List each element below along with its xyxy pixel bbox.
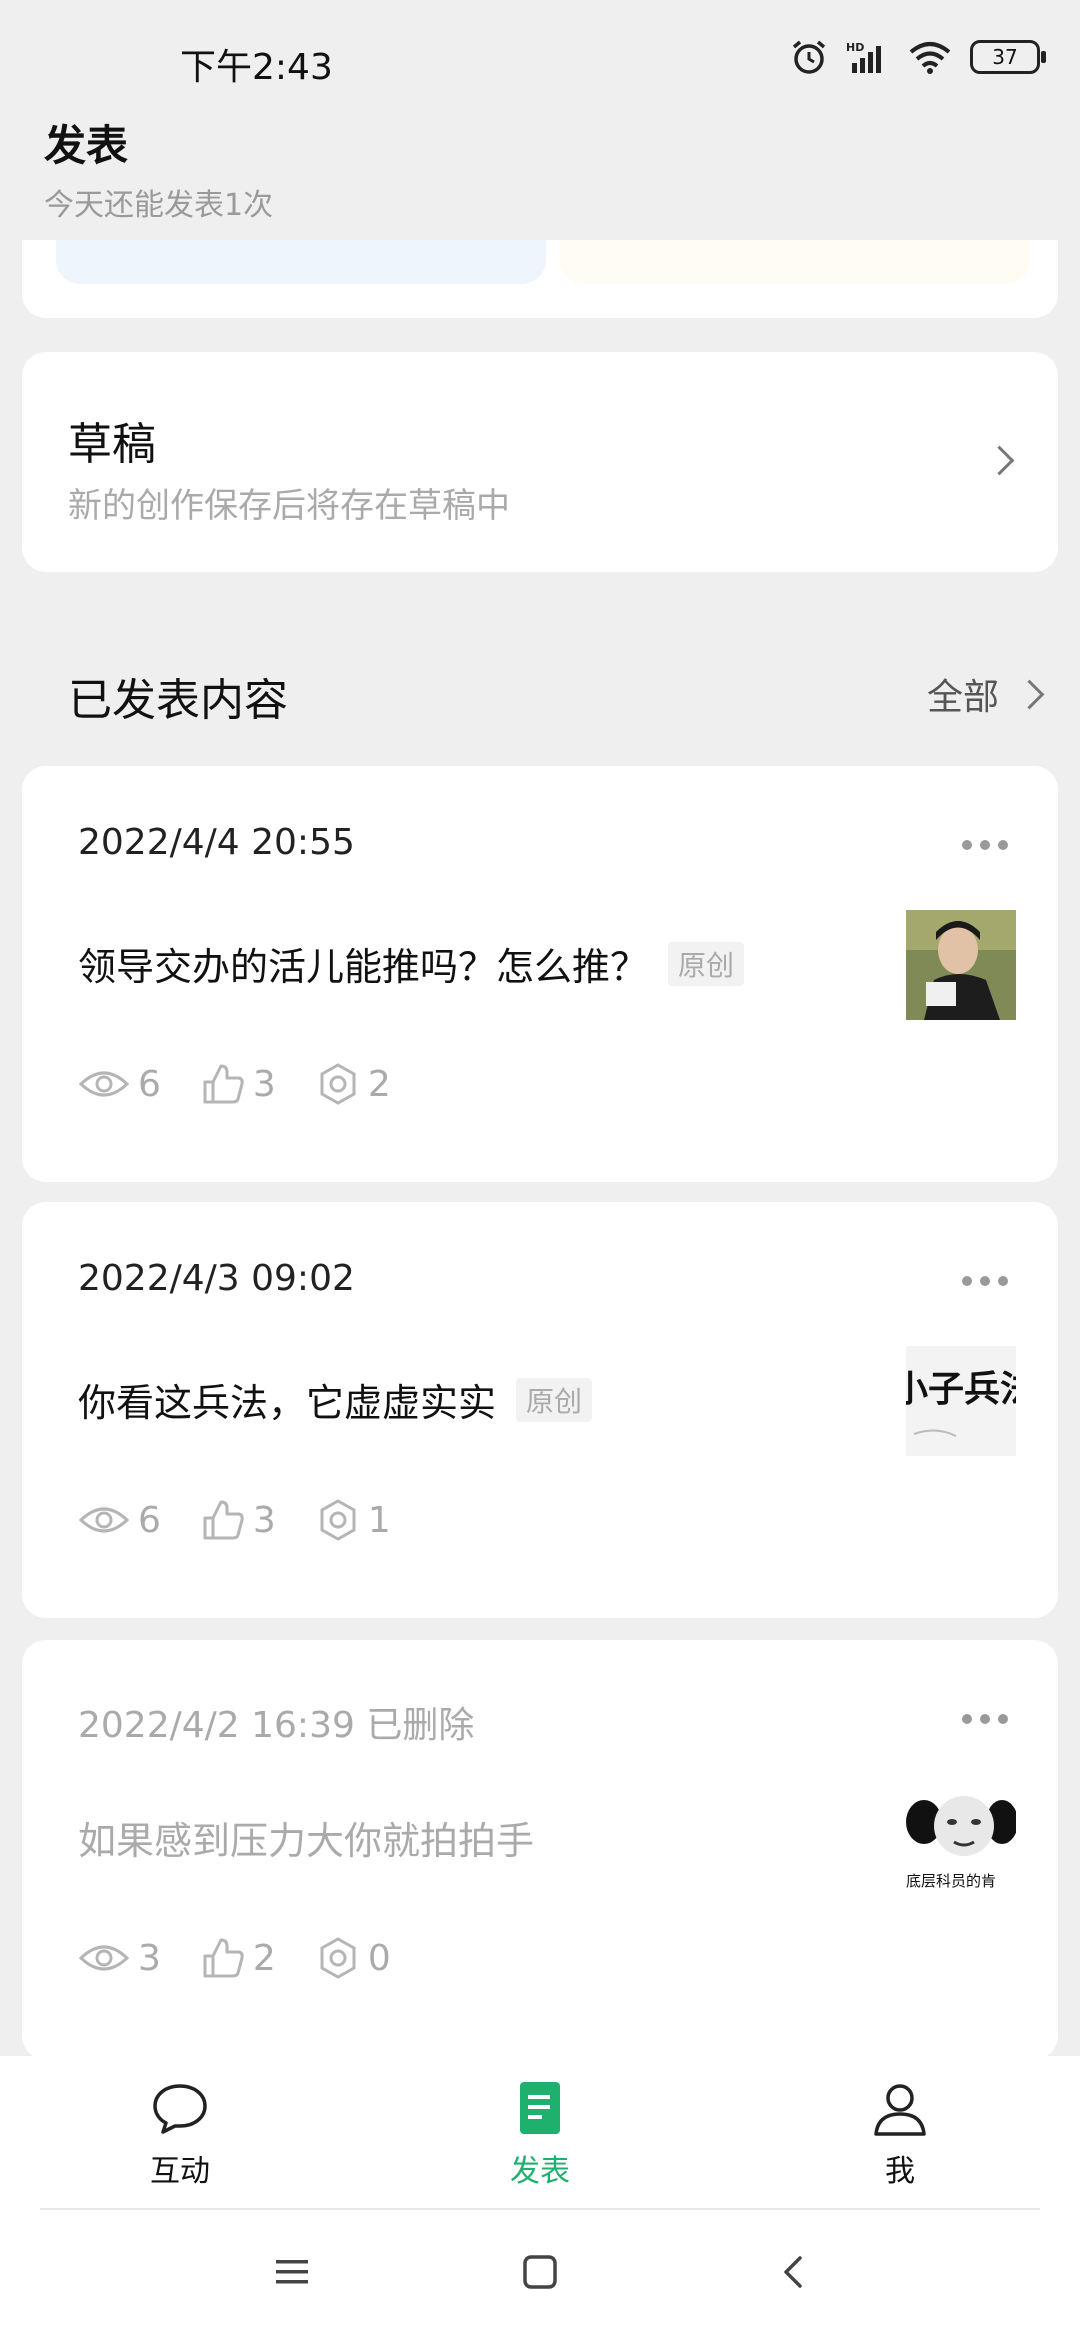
post-thumbnail: 底层科员的肯 — [906, 1784, 1016, 1894]
post-date: 2022/4/3 09:02 — [78, 1258, 355, 1299]
eye-icon — [78, 1071, 130, 1097]
post-thumbnail: 小子兵法 — [906, 1346, 1016, 1456]
shares-stat: 1 — [316, 1498, 391, 1542]
shares-stat: 2 — [316, 1062, 391, 1106]
original-tag: 原创 — [516, 1377, 593, 1422]
views-stat: 6 — [78, 1064, 161, 1105]
thumbnail-caption: 底层科员的肯 — [906, 1872, 996, 1890]
alarm-icon — [792, 40, 826, 74]
shares-stat: 0 — [316, 1936, 391, 1980]
post-title-row: 你看这兵法，它虚虚实实 原创 — [78, 1372, 593, 1427]
thumbs-up-icon — [203, 1500, 244, 1540]
draft-title: 草稿 — [68, 419, 156, 470]
nav-label: 我 — [885, 2154, 915, 2189]
share-flower-icon — [320, 1937, 356, 1979]
signal-icon: HD — [846, 41, 881, 73]
shares-count: 1 — [367, 1499, 391, 1541]
views-stat: 6 — [78, 1500, 161, 1541]
post-card[interactable]: 2022/4/2 16:39 已删除 如果感到压力大你就拍拍手 底层科员的肯 3… — [22, 1640, 1058, 2060]
thumbs-up-icon — [203, 1938, 244, 1978]
more-options-icon[interactable] — [962, 1276, 1008, 1286]
post-title: 如果感到压力大你就拍拍手 — [78, 1819, 535, 1863]
eye-icon — [78, 1945, 130, 1971]
nav-item-me[interactable]: 我 — [820, 2078, 980, 2190]
battery-icon: 37 — [970, 40, 1046, 74]
thumbs-up-icon — [203, 1064, 244, 1104]
eye-icon — [78, 1507, 130, 1533]
person-icon — [874, 2084, 926, 2136]
status-time: 下午2:43 — [180, 47, 333, 88]
view-all-button[interactable]: 全部 — [926, 668, 1045, 720]
more-options-icon[interactable] — [962, 840, 1008, 850]
post-card[interactable]: 2022/4/3 09:02 你看这兵法，它虚虚实实 原创 小子兵法 6 3 1 — [22, 1202, 1058, 1618]
chevron-right-icon — [1014, 679, 1045, 709]
chat-bubble-icon — [153, 2084, 207, 2134]
views-count: 3 — [138, 1937, 161, 1979]
create-options-card — [22, 240, 1058, 318]
page-header: 发表 今天还能发表1次 — [44, 118, 273, 224]
likes-count: 3 — [252, 1499, 276, 1541]
page-subtitle: 今天还能发表1次 — [44, 188, 274, 223]
draft-description: 新的创作保存后将存在草稿中 — [68, 486, 510, 526]
post-stats: 3 2 0 — [78, 1936, 431, 1980]
post-title: 你看这兵法，它虚虚实实 — [78, 1381, 497, 1425]
bottom-nav: 互动 发表 我 — [0, 2056, 1080, 2210]
post-card[interactable]: 2022/4/4 20:55 领导交办的活儿能推吗？怎么推？ 原创 6 3 2 — [22, 766, 1058, 1182]
view-all-label: 全部 — [926, 677, 999, 718]
chevron-right-icon — [984, 445, 1015, 476]
system-nav-bar — [0, 2210, 1080, 2340]
post-date: 2022/4/2 16:39 已删除 — [78, 1705, 475, 1746]
views-count: 6 — [138, 1063, 161, 1105]
create-option-yellow[interactable] — [560, 240, 1030, 284]
thumbnail-text: 小子兵法 — [906, 1369, 1016, 1410]
post-date: 2022/4/4 20:55 — [78, 822, 355, 863]
original-tag: 原创 — [668, 941, 745, 986]
post-title: 领导交办的活儿能推吗？怎么推？ — [78, 945, 649, 989]
back-icon[interactable] — [776, 2254, 812, 2290]
share-flower-icon — [320, 1499, 356, 1541]
draft-card[interactable]: 草稿 新的创作保存后将存在草稿中 — [22, 352, 1058, 572]
views-stat: 3 — [78, 1938, 161, 1979]
page-title: 发表 — [44, 121, 129, 170]
more-options-icon[interactable] — [962, 1714, 1008, 1724]
post-title-row: 领导交办的活儿能推吗？怎么推？ 原创 — [78, 936, 745, 991]
status-icons: HD 37 — [790, 38, 1046, 76]
nav-label: 互动 — [150, 2154, 210, 2189]
nav-item-interact[interactable]: 互动 — [100, 2078, 260, 2190]
network-type-label: HD — [846, 41, 864, 54]
likes-stat: 3 — [201, 1498, 276, 1542]
likes-count: 2 — [252, 1937, 276, 1979]
shares-count: 0 — [367, 1937, 391, 1979]
create-option-blue[interactable] — [56, 240, 546, 284]
battery-level: 37 — [992, 45, 1018, 69]
post-thumbnail — [906, 910, 1016, 1020]
shares-count: 2 — [367, 1063, 391, 1105]
document-icon — [520, 2082, 560, 2134]
post-stats: 6 3 2 — [78, 1062, 431, 1106]
nav-label: 发表 — [510, 2154, 570, 2189]
post-stats: 6 3 1 — [78, 1498, 431, 1542]
likes-stat: 2 — [201, 1936, 276, 1980]
menu-icon[interactable] — [274, 2254, 310, 2290]
nav-item-publish[interactable]: 发表 — [460, 2078, 620, 2190]
home-icon[interactable] — [522, 2254, 558, 2290]
published-section-header: 已发表内容 全部 — [0, 650, 1080, 730]
views-count: 6 — [138, 1499, 161, 1541]
status-bar: 下午2:43 HD 37 — [0, 0, 1080, 120]
wifi-icon — [909, 42, 951, 74]
post-title-row: 如果感到压力大你就拍拍手 — [78, 1810, 534, 1865]
section-title: 已发表内容 — [68, 675, 288, 726]
likes-count: 3 — [252, 1063, 276, 1105]
share-flower-icon — [320, 1063, 356, 1105]
likes-stat: 3 — [201, 1062, 276, 1106]
